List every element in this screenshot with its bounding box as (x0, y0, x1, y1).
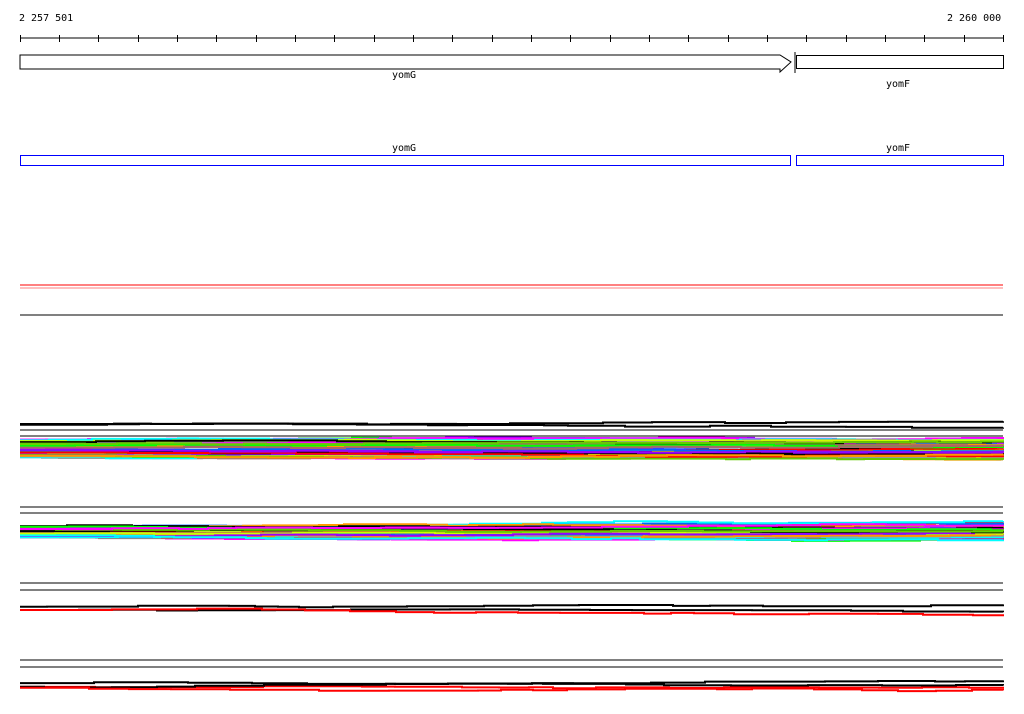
gene-track-arrows (19, 52, 1004, 74)
genome-browser-canvas[interactable] (0, 0, 1024, 714)
annotation-label-yomF: yomF (886, 143, 911, 154)
annotation-box-yomG[interactable] (20, 155, 791, 166)
annotation-box-yomF[interactable] (796, 155, 1004, 166)
gene-box-yomF[interactable] (796, 55, 1004, 69)
gene-label-yomF: yomF (886, 79, 911, 90)
expression-tracks (20, 420, 1004, 693)
coordinate-ruler (20, 35, 1004, 42)
annotation-label-yomG: yomG (392, 143, 417, 154)
signal-line (20, 604, 1004, 609)
ruler-start-label: 2 257 501 (19, 13, 74, 24)
gene-label-yomG: yomG (392, 70, 417, 81)
ruler-end-label: 2 260 000 (947, 13, 1002, 24)
signal-line (20, 681, 1004, 687)
signal-line (20, 420, 1004, 426)
gene-track-annotation (20, 155, 1004, 166)
